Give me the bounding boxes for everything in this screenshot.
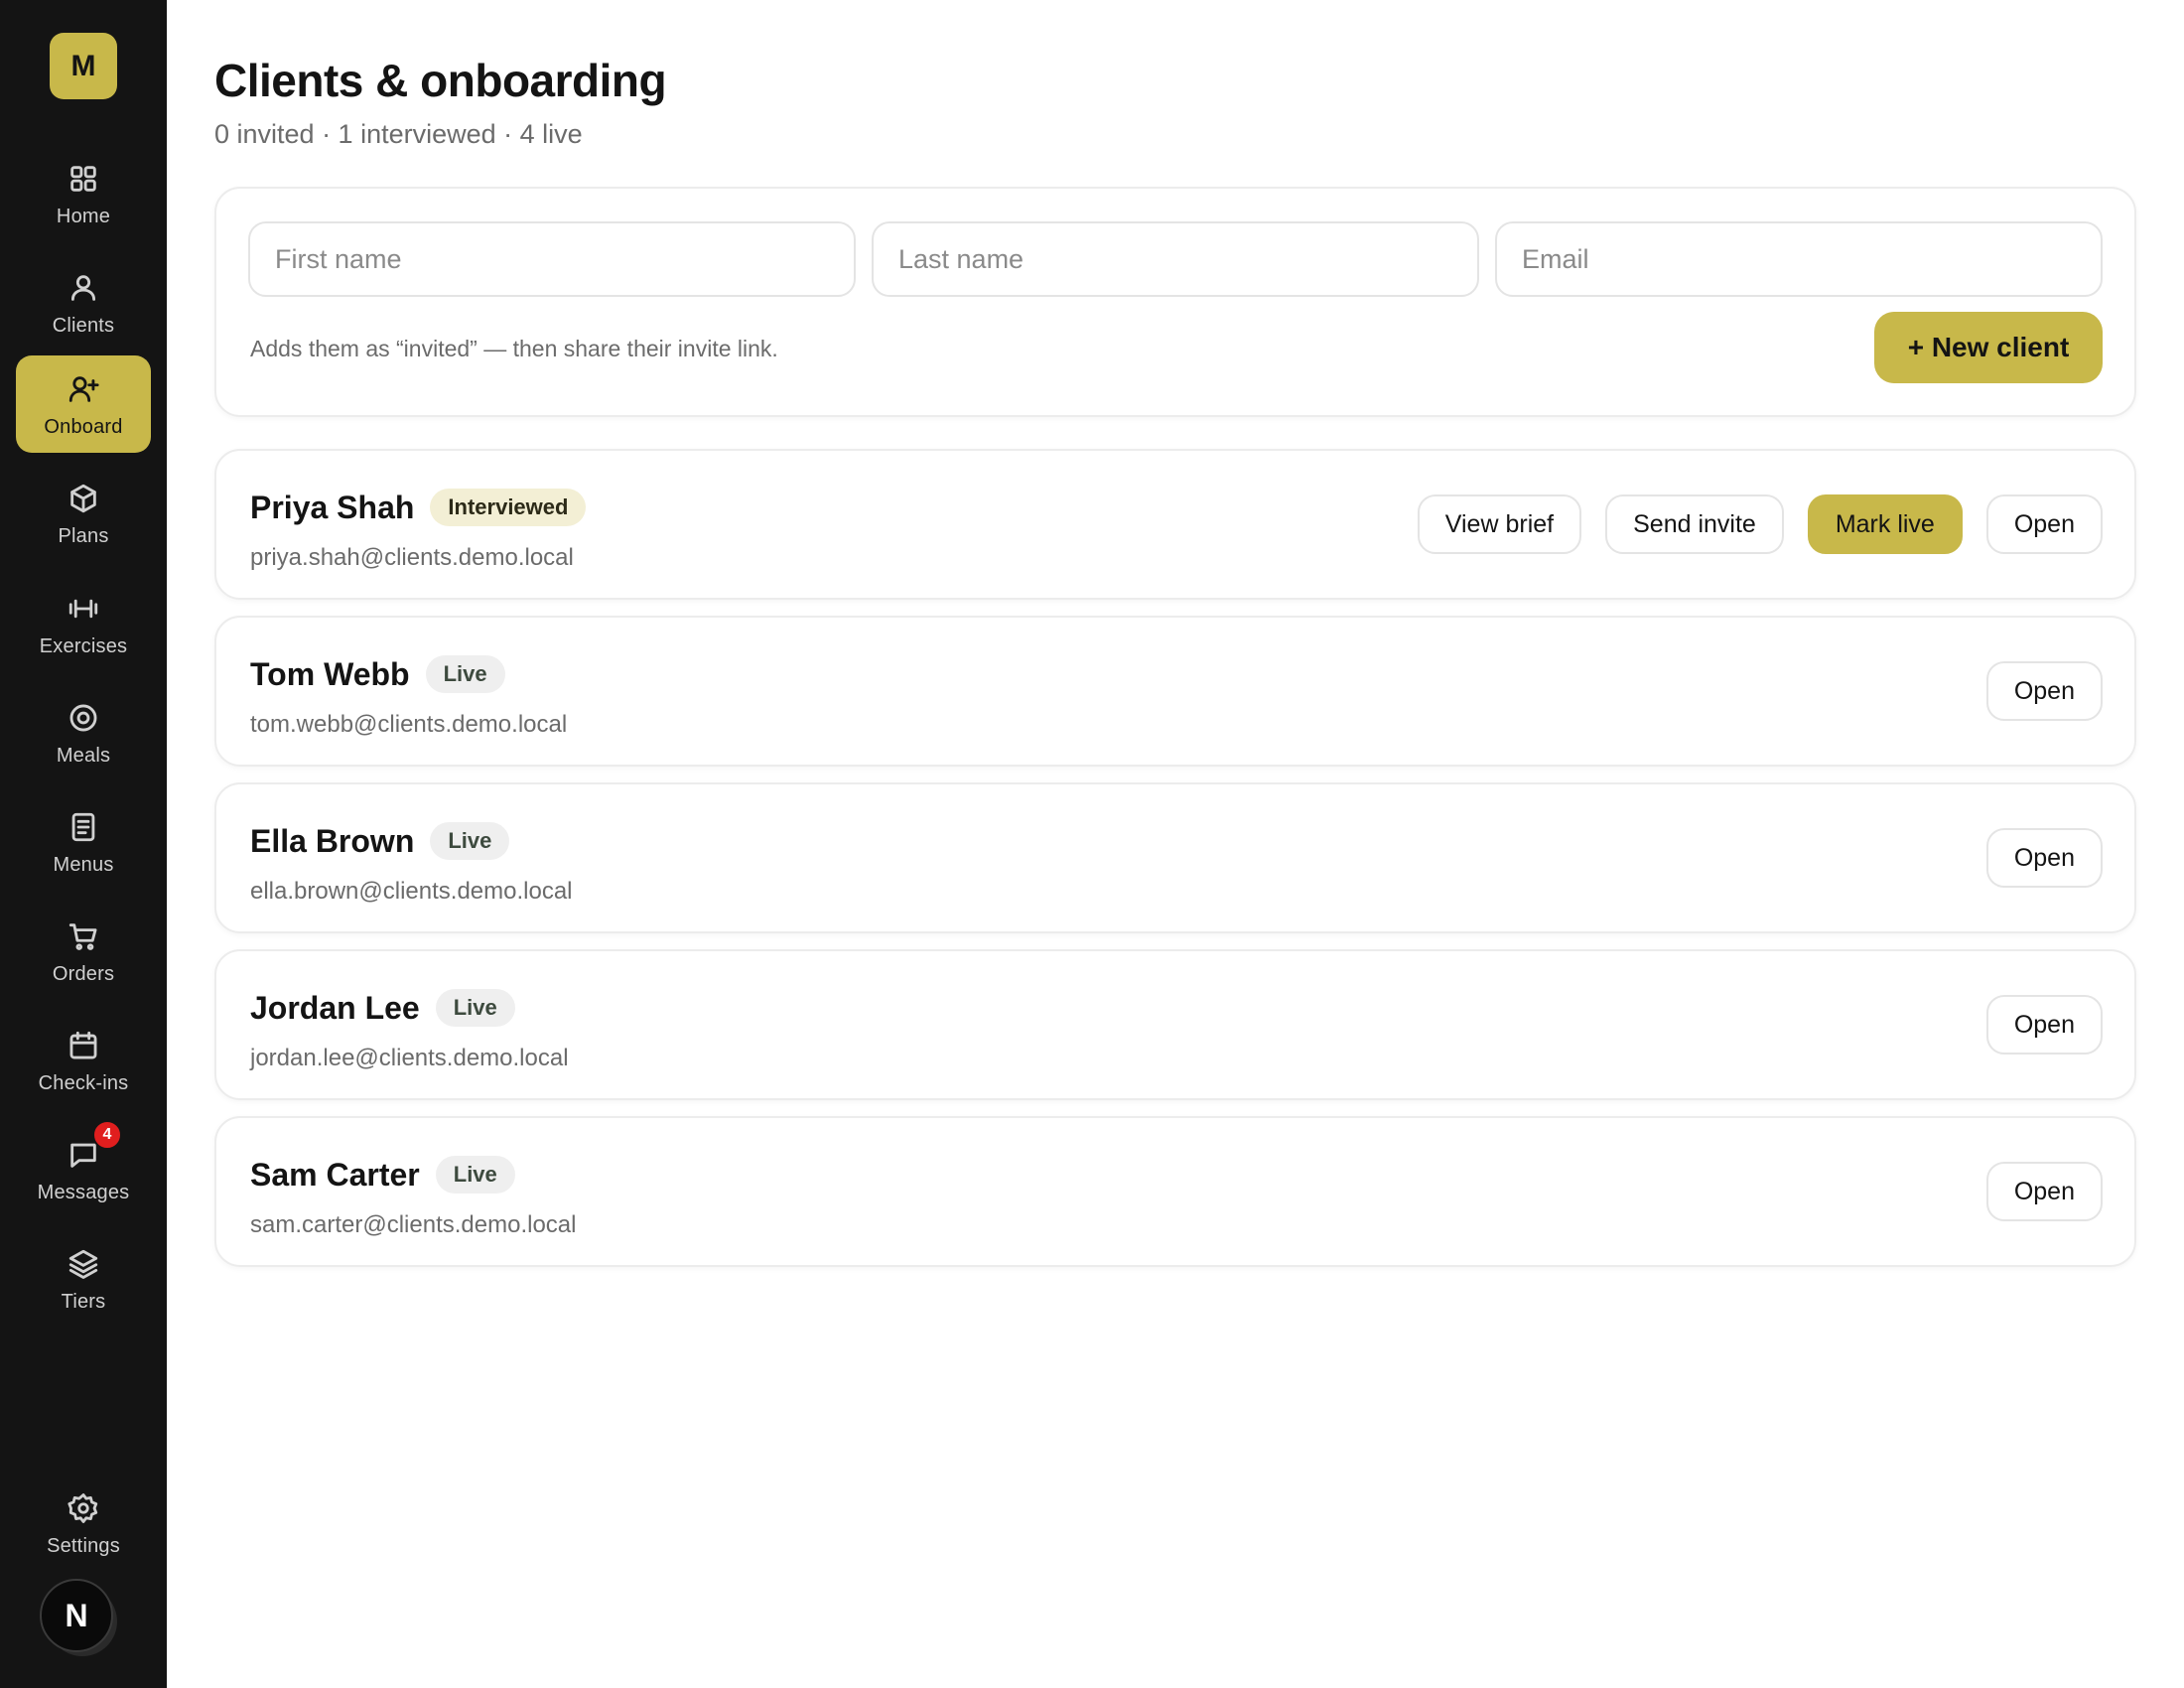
sidebar-item-label: Plans: [58, 524, 109, 547]
box-icon: [65, 480, 102, 517]
client-email: priya.shah@clients.demo.local: [250, 544, 574, 571]
sidebar-item-exercises[interactable]: Exercises: [16, 575, 151, 672]
status-badge: Live: [435, 1156, 515, 1194]
dumbbell-icon: [65, 590, 102, 628]
new-client-card: Adds them as “invited” — then share thei…: [214, 187, 2136, 417]
sidebar-item-label: Orders: [52, 962, 115, 985]
sidebar-item-settings[interactable]: Settings: [16, 1475, 151, 1572]
sidebar-item-label: Meals: [56, 744, 111, 767]
open-button[interactable]: Open: [1985, 661, 2103, 721]
sidebar: M Home Clients Onboard Plans Exercises M…: [0, 0, 167, 1688]
email-input[interactable]: [1495, 221, 2103, 297]
page-subtitle: 0 invited · 1 interviewed · 4 live: [214, 119, 583, 149]
client-actions: Open: [1985, 1162, 2103, 1221]
sidebar-item-check-ins[interactable]: Check-ins: [16, 1012, 151, 1109]
sidebar-item-label: Settings: [47, 1534, 120, 1557]
client-name: Jordan Lee: [250, 990, 420, 1026]
avatar[interactable]: N: [40, 1579, 113, 1652]
open-button[interactable]: Open: [1985, 1162, 2103, 1221]
open-button[interactable]: Open: [1985, 828, 2103, 888]
client-actions: Open: [1985, 828, 2103, 888]
client-name: Ella Brown: [250, 823, 415, 859]
sidebar-item-clients[interactable]: Clients: [16, 254, 151, 352]
first-name-input[interactable]: [248, 221, 856, 297]
client-email: sam.carter@clients.demo.local: [250, 1211, 577, 1238]
open-button[interactable]: Open: [1985, 995, 2103, 1055]
cart-icon: [65, 917, 102, 955]
status-badge: Live: [435, 989, 515, 1027]
status-badge: Interviewed: [430, 489, 587, 526]
gear-icon: [65, 1489, 102, 1527]
sidebar-item-tiers[interactable]: Tiers: [16, 1230, 151, 1328]
client-name: Sam Carter: [250, 1157, 420, 1193]
client-row-priya-shah: Priya Shah Interviewed priya.shah@clients…: [214, 449, 2136, 600]
app-logo[interactable]: M: [50, 33, 117, 99]
calendar-icon: [65, 1027, 102, 1064]
layers-icon: [65, 1245, 102, 1283]
sidebar-item-label: Tiers: [61, 1290, 106, 1313]
view-brief-button[interactable]: View brief: [1417, 494, 1582, 554]
client-email: jordan.lee@clients.demo.local: [250, 1045, 569, 1071]
client-actions: Open: [1985, 995, 2103, 1055]
status-badge: Live: [430, 822, 510, 860]
sidebar-item-label: Menus: [53, 853, 114, 876]
open-button[interactable]: Open: [1985, 494, 2103, 554]
sidebar-item-label: Clients: [52, 314, 115, 337]
sidebar-item-onboard[interactable]: Onboard: [16, 355, 151, 453]
sidebar-item-label: Check-ins: [38, 1071, 129, 1094]
sidebar-item-label: Messages: [37, 1181, 130, 1203]
sidebar-item-meals[interactable]: Meals: [16, 684, 151, 781]
sidebar-item-label: Exercises: [39, 634, 128, 657]
client-email: tom.webb@clients.demo.local: [250, 711, 568, 738]
client-email: ella.brown@clients.demo.local: [250, 878, 573, 905]
send-invite-button[interactable]: Send invite: [1605, 494, 1784, 554]
client-actions: View brief Send invite Mark live Open: [1417, 494, 2103, 554]
mark-live-button[interactable]: Mark live: [1807, 494, 1963, 554]
user-plus-icon: [65, 370, 102, 408]
target-icon: [65, 699, 102, 737]
page-title: Clients & onboarding: [214, 55, 667, 106]
new-client-button[interactable]: + New client: [1874, 312, 2103, 383]
sidebar-item-menus[interactable]: Menus: [16, 793, 151, 891]
sidebar-item-label: Onboard: [44, 415, 123, 438]
client-row-sam-carter: Sam Carter Live sam.carter@clients.demo.l…: [214, 1116, 2136, 1267]
user-icon: [65, 269, 102, 307]
document-icon: [65, 808, 102, 846]
client-name: Priya Shah: [250, 490, 415, 525]
client-row-tom-webb: Tom Webb Live tom.webb@clients.demo.local…: [214, 616, 2136, 767]
last-name-input[interactable]: [872, 221, 1479, 297]
client-row-ella-brown: Ella Brown Live ella.brown@clients.demo.l…: [214, 782, 2136, 933]
chat-icon: 4: [65, 1119, 122, 1174]
client-actions: Open: [1985, 661, 2103, 721]
sidebar-item-plans[interactable]: Plans: [16, 465, 151, 562]
sidebar-item-orders[interactable]: Orders: [16, 903, 151, 1000]
new-client-hint: Adds them as “invited” — then share thei…: [250, 336, 778, 361]
grid-icon: [65, 160, 102, 198]
client-name: Tom Webb: [250, 656, 410, 692]
sidebar-item-label: Home: [56, 205, 111, 227]
sidebar-item-home[interactable]: Home: [16, 145, 151, 242]
status-badge: Live: [425, 655, 505, 693]
unread-badge: 4: [92, 1119, 122, 1150]
sidebar-item-messages[interactable]: 4 Messages: [16, 1119, 151, 1218]
client-row-jordan-lee: Jordan Lee Live jordan.lee@clients.demo.l…: [214, 949, 2136, 1100]
